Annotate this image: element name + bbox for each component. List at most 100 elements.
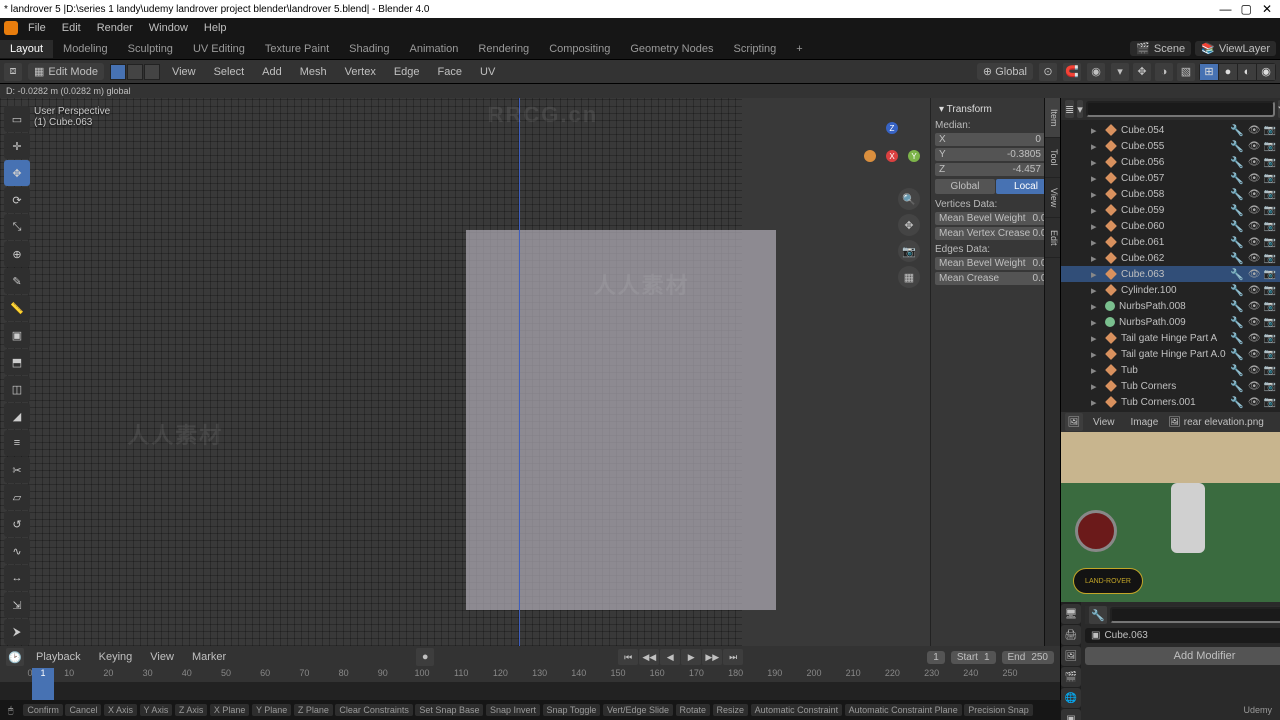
eye-icon[interactable]: 👁 — [1248, 317, 1261, 328]
xray-toggle-icon[interactable]: ▧ — [1177, 63, 1195, 81]
tool-rip[interactable]: ⮞ — [4, 619, 30, 645]
face-select-icon[interactable] — [144, 64, 160, 80]
orientation-selector[interactable]: ⊕ Global — [977, 63, 1033, 80]
eye-icon[interactable]: 👁 — [1248, 349, 1261, 360]
tab-animation[interactable]: Animation — [400, 40, 469, 58]
persp-ortho-icon[interactable]: ▦ — [898, 266, 920, 288]
menu-window[interactable]: Window — [143, 20, 194, 36]
eye-icon[interactable]: 👁 — [1248, 205, 1261, 216]
render-icon[interactable]: 📷 — [1264, 269, 1276, 280]
tool-move[interactable]: ✥ — [4, 160, 30, 186]
prop-tab-scene-icon[interactable]: 🎬 — [1061, 667, 1081, 687]
edge-select-icon[interactable] — [127, 64, 143, 80]
image-editor-type-icon[interactable]: 🖼 — [1065, 413, 1083, 431]
global-toggle[interactable]: Global — [935, 179, 995, 194]
camera-view-icon[interactable]: 📷 — [898, 240, 920, 262]
axis-x-icon[interactable]: X — [886, 150, 898, 162]
menu-edge[interactable]: Edge — [388, 64, 426, 80]
eye-icon[interactable]: 👁 — [1248, 221, 1261, 232]
jump-start-icon[interactable]: ⏮ — [618, 649, 638, 665]
outliner-row[interactable]: ▸ Tub Corners.001 🔧 👁 📷 — [1061, 394, 1280, 410]
outliner-search-input[interactable] — [1086, 101, 1275, 117]
axis-neg-y-icon[interactable] — [864, 150, 876, 162]
eye-icon[interactable]: 👁 — [1248, 269, 1261, 280]
tool-spin[interactable]: ↺ — [4, 511, 30, 537]
eye-icon[interactable]: 👁 — [1248, 237, 1261, 248]
outliner-tree[interactable]: ▸ Cube.054 🔧 👁 📷 ▸ Cube.055 🔧 👁 📷 ▸ Cube… — [1061, 120, 1280, 412]
render-icon[interactable]: 📷 — [1264, 253, 1276, 264]
tool-loop-cut[interactable]: ≡ — [4, 430, 30, 456]
outliner-row[interactable]: ▸ Cube.058 🔧 👁 📷 — [1061, 186, 1280, 202]
menu-file[interactable]: File — [22, 20, 52, 36]
render-icon[interactable]: 📷 — [1264, 237, 1276, 248]
outliner-row[interactable]: ▸ Cylinder.100 🔧 👁 📷 — [1061, 282, 1280, 298]
disclosure-icon[interactable]: ▸ — [1091, 284, 1101, 297]
snap-icon[interactable]: 🧲 — [1063, 63, 1081, 81]
axis-y-icon[interactable]: Y — [908, 150, 920, 162]
render-icon[interactable]: 📷 — [1264, 365, 1276, 376]
render-icon[interactable]: 📷 — [1264, 205, 1276, 216]
disclosure-icon[interactable]: ▸ — [1091, 332, 1101, 345]
tab-modeling[interactable]: Modeling — [53, 40, 118, 58]
transform-panel-header[interactable]: ▾ Transform — [935, 102, 1056, 117]
render-icon[interactable]: 📷 — [1264, 189, 1276, 200]
viewlayer-selector[interactable]: 📚 ViewLayer — [1195, 41, 1276, 56]
menu-help[interactable]: Help — [198, 20, 233, 36]
eye-icon[interactable]: 👁 — [1248, 141, 1261, 152]
outliner-row[interactable]: ▸ Cube.056 🔧 👁 📷 — [1061, 154, 1280, 170]
mesh-edit-options-icon[interactable]: ▾ — [1111, 63, 1129, 81]
render-icon[interactable]: 📷 — [1264, 301, 1276, 312]
eye-icon[interactable]: 👁 — [1248, 253, 1261, 264]
image-name-field[interactable]: 🖼 rear elevation.png — [1168, 417, 1276, 428]
disclosure-icon[interactable]: ▸ — [1091, 140, 1101, 153]
matprev-shading-icon[interactable]: ◐ — [1238, 64, 1256, 80]
tab-texture-paint[interactable]: Texture Paint — [255, 40, 339, 58]
disclosure-icon[interactable]: ▸ — [1091, 172, 1101, 185]
eye-icon[interactable]: 👁 — [1248, 285, 1261, 296]
pivot-icon[interactable]: ⊙ — [1039, 63, 1057, 81]
tool-scale[interactable]: ⤡ — [4, 214, 30, 240]
tool-smooth[interactable]: ∿ — [4, 538, 30, 564]
tool-annotate[interactable]: ✎ — [4, 268, 30, 294]
mean-bevel-weight-edge-field[interactable]: Mean Bevel Weight0.00 — [935, 257, 1056, 270]
tab-add[interactable]: + — [786, 40, 812, 58]
maximize-button[interactable]: ▢ — [1237, 2, 1255, 16]
menu-add[interactable]: Add — [256, 64, 288, 80]
timeline-editor-type-icon[interactable]: 🕑 — [6, 648, 24, 666]
play-icon[interactable]: ▶ — [681, 649, 701, 665]
jump-end-icon[interactable]: ⏭ — [723, 649, 743, 665]
mean-crease-field[interactable]: Mean Crease0.00 — [935, 272, 1056, 285]
proportional-edit-icon[interactable]: ◉ — [1087, 63, 1105, 81]
outliner-row[interactable]: ▸ Cube.054 🔧 👁 📷 — [1061, 122, 1280, 138]
tool-knife[interactable]: ✂ — [4, 457, 30, 483]
tab-layout[interactable]: Layout — [0, 40, 53, 58]
tl-menu-keying[interactable]: Keying — [93, 649, 139, 665]
tl-menu-marker[interactable]: Marker — [186, 649, 232, 665]
outliner-row[interactable]: ▸ Cube.061 🔧 👁 📷 — [1061, 234, 1280, 250]
disclosure-icon[interactable]: ▸ — [1091, 124, 1101, 137]
play-reverse-icon[interactable]: ◀ — [660, 649, 680, 665]
median-x-field[interactable]: X0 m — [935, 133, 1056, 146]
render-icon[interactable]: 📷 — [1264, 221, 1276, 232]
tab-geometry-nodes[interactable]: Geometry Nodes — [620, 40, 723, 58]
prop-tab-output-icon[interactable]: 🖨 — [1061, 625, 1081, 645]
render-icon[interactable]: 📷 — [1264, 333, 1276, 344]
npanel-tab-item[interactable]: Item — [1045, 98, 1060, 138]
eye-icon[interactable]: 👁 — [1248, 381, 1261, 392]
wireframe-shading-icon[interactable]: ⊞ — [1200, 64, 1218, 80]
outliner-row[interactable]: ▸ Cube.055 🔧 👁 📷 — [1061, 138, 1280, 154]
mean-bevel-weight-field[interactable]: Mean Bevel Weight0.00 — [935, 212, 1056, 225]
render-icon[interactable]: 📷 — [1264, 285, 1276, 296]
playhead[interactable]: 1 — [32, 668, 54, 700]
tool-bevel[interactable]: ◢ — [4, 403, 30, 429]
outliner-row[interactable]: ▸ Cube.059 🔧 👁 📷 — [1061, 202, 1280, 218]
disclosure-icon[interactable]: ▸ — [1091, 396, 1101, 409]
tool-extrude[interactable]: ⬒ — [4, 349, 30, 375]
outliner-row[interactable]: ▸ NurbsPath.008 🔧 👁 📷 — [1061, 298, 1280, 314]
prop-tab-world-icon[interactable]: 🌐 — [1061, 688, 1081, 708]
tab-scripting[interactable]: Scripting — [723, 40, 786, 58]
median-z-field[interactable]: Z-4.457 m — [935, 163, 1056, 176]
tool-edge-slide[interactable]: ↔ — [4, 565, 30, 591]
tool-rotate[interactable]: ⟳ — [4, 187, 30, 213]
tool-cursor[interactable]: ✛ — [4, 133, 30, 159]
